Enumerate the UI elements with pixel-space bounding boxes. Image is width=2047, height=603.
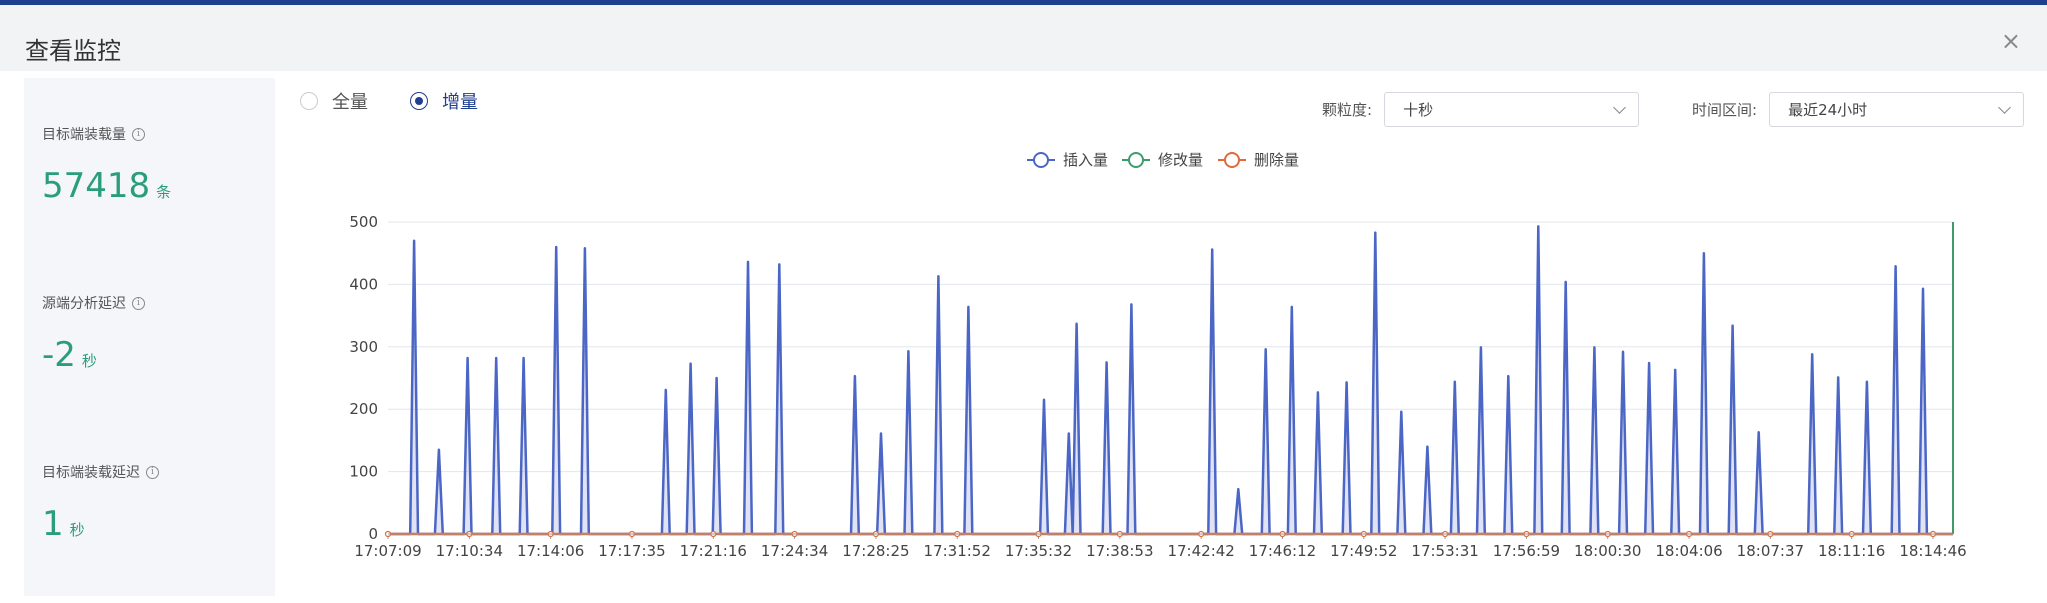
- x-tick-label: 17:49:52: [1330, 542, 1397, 560]
- legend-marker-icon: [1224, 152, 1240, 168]
- x-tick-label: 18:00:30: [1574, 542, 1641, 560]
- legend-label: 修改量: [1158, 151, 1203, 169]
- legend-label: 删除量: [1254, 151, 1299, 169]
- x-tick-label: 17:10:34: [436, 542, 503, 560]
- x-tick-label: 17:31:52: [924, 542, 991, 560]
- x-tick-label: 18:11:16: [1818, 542, 1885, 560]
- insert-area: [388, 226, 1953, 534]
- x-tick-label: 18:07:37: [1737, 542, 1804, 560]
- legend-marker-icon: [1128, 152, 1144, 168]
- x-tick-label: 17:53:31: [1411, 542, 1478, 560]
- y-tick-label: 0: [368, 525, 378, 543]
- x-tick-label: 17:28:25: [842, 542, 909, 560]
- x-tick-label: 17:38:53: [1086, 542, 1153, 560]
- x-tick-label: 18:04:06: [1655, 542, 1722, 560]
- x-tick-label: 17:14:06: [517, 542, 584, 560]
- x-tick-label: 18:14:46: [1899, 542, 1966, 560]
- legend-label: 插入量: [1063, 151, 1108, 169]
- x-tick-label: 17:17:35: [598, 542, 665, 560]
- y-tick-label: 100: [349, 463, 378, 481]
- y-tick-label: 400: [349, 275, 378, 293]
- x-tick-label: 17:07:09: [354, 542, 421, 560]
- x-tick-label: 17:35:32: [1005, 542, 1072, 560]
- y-tick-label: 200: [349, 400, 378, 418]
- y-tick-label: 500: [349, 213, 378, 231]
- insert-series-line: [388, 225, 1953, 536]
- monitor-chart: 0 100 200 300 400 500 17:07:09 17:10:34 17:14:06…: [349, 151, 1966, 560]
- x-tick-label: 17:56:59: [1493, 542, 1560, 560]
- x-tick-label: 17:46:12: [1249, 542, 1316, 560]
- x-tick-label: 17:24:34: [761, 542, 828, 560]
- y-tick-label: 300: [349, 338, 378, 356]
- x-tick-label: 17:21:16: [680, 542, 747, 560]
- x-tick-label: 17:42:42: [1167, 542, 1234, 560]
- legend-marker-icon: [1033, 152, 1049, 168]
